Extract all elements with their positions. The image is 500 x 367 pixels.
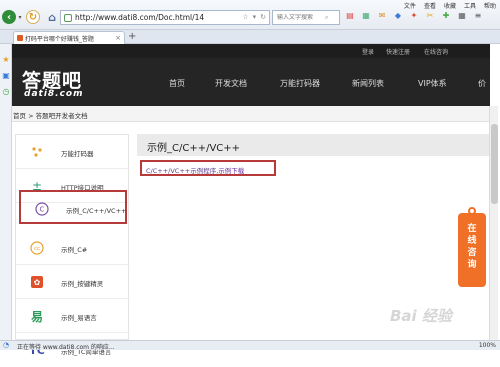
svg-text:✿: ✿ (34, 278, 41, 287)
game-icon[interactable]: ✦ (409, 11, 419, 21)
consult-char: 询 (467, 260, 477, 270)
svg-text:C: C (40, 206, 45, 214)
menu-favorites[interactable]: 收藏 (444, 1, 456, 10)
search-input[interactable] (277, 14, 325, 21)
site-logo-domain: dati8.com (24, 89, 84, 99)
address-bar[interactable]: http://www.dati8.com/Doc.html/14 ☆ ▾ ↻ (60, 10, 270, 25)
nav-price[interactable]: 价 (478, 78, 486, 89)
refresh-page-icon[interactable]: ↻ (260, 13, 266, 21)
screenshot-icon[interactable]: ✂ (425, 11, 435, 21)
sidebar-item-label: 示例_C# (61, 246, 88, 254)
sidebar-item-yi[interactable]: 易 示例_易语言 (16, 299, 130, 333)
consult-char: 咨 (467, 248, 477, 258)
search-box[interactable]: ⌕ (272, 10, 340, 25)
online-consult-link[interactable]: 在线咨询 (424, 47, 448, 56)
scroll-thumb[interactable] (491, 124, 498, 204)
new-tab-icon[interactable]: + (128, 31, 136, 42)
sidebar-item-label: 示例_易语言 (61, 314, 97, 322)
cc-icon: cc (29, 240, 45, 256)
page-icon (64, 13, 72, 22)
site-header: 答题吧 dati8.com 首页 开发文档 万能打码器 新闻列表 VIP体系 价 (12, 58, 490, 106)
sidebar-item-label: 示例_C/C++/VC++ (66, 207, 127, 215)
consult-char: 线 (467, 236, 477, 246)
back-icon[interactable]: ‹ (2, 10, 16, 24)
back-dropdown-icon[interactable]: ▾ (17, 13, 23, 21)
site-topbar: 登录 快速注册 在线咨询 (12, 44, 490, 58)
tab-bar: 打码平台哪个好赚钱_答题 × + (0, 30, 500, 44)
sidebar-item-label: 万能打码器 (61, 150, 94, 158)
cart-icon[interactable]: ▤ (345, 11, 355, 21)
toolbar-icons: ▤ ▦ ✉ ◆ ✦ ✂ ✚ ▦ ≡ (345, 11, 483, 21)
nav-home[interactable]: 首页 (169, 78, 185, 89)
menu-bar: 文件 查看 收藏 工具 帮助 (404, 1, 496, 10)
grid-icon[interactable]: ▦ (457, 11, 467, 21)
breadcrumb-bar: 首页 > 答题吧开发者文档 (12, 106, 490, 122)
doc-sidebar: 万能打码器 ± HTTP接口说明 C 示例_C/C++/VC++ cc 示例_C… (15, 134, 130, 357)
search-icon[interactable]: ⌕ (325, 14, 328, 22)
sprite-icon: ✿ (29, 274, 45, 290)
nav-news[interactable]: 新闻列表 (352, 78, 384, 89)
sidebar-item-sprite[interactable]: ✿ 示例_按键精灵 (16, 265, 130, 299)
page-title: 示例_C/C++/VC++ (147, 143, 241, 154)
register-link[interactable]: 快速注册 (386, 47, 410, 56)
star-icon[interactable]: ☆ (242, 13, 248, 21)
site-favicon-icon (17, 35, 23, 41)
refresh-icon[interactable]: ↻ (26, 10, 40, 24)
dots-icon (29, 144, 45, 160)
scrollbar[interactable] (489, 106, 498, 340)
browser-side-rail: ★ ▣ ◷ (0, 44, 12, 340)
sidebar-item-csharp[interactable]: cc 示例_C# (16, 231, 130, 265)
menu-view[interactable]: 查看 (424, 1, 436, 10)
close-icon[interactable]: × (115, 34, 121, 42)
menu-icon[interactable]: ≡ (473, 11, 483, 21)
status-bar: ◔ 正在等待 www.dati8.com 的响应... 100% (0, 340, 500, 351)
consult-char: 在 (467, 224, 477, 234)
reading-icon[interactable]: ▣ (2, 72, 10, 80)
nav-captcha-tool[interactable]: 万能打码器 (280, 78, 320, 89)
history-icon[interactable]: ◷ (2, 88, 10, 96)
sidebar-item-label: 示例_按键精灵 (61, 280, 104, 288)
nav-docs[interactable]: 开发文档 (215, 78, 247, 89)
download-link[interactable]: 示例下载 (218, 167, 244, 175)
login-link[interactable]: 登录 (362, 47, 374, 56)
chat-icon[interactable]: ✉ (377, 11, 387, 21)
loading-icon: ◔ (3, 341, 10, 349)
sidebar-item-captcha-tool[interactable]: 万能打码器 (16, 135, 130, 169)
zoom-level[interactable]: 100% (479, 342, 496, 349)
tab-title: 打码平台哪个好赚钱_答题 (24, 35, 94, 43)
content-header: 示例_C/C++/VC++ (137, 134, 489, 156)
browser-toolbar: 文件 查看 收藏 工具 帮助 ‹ ▾ ↻ ⌂ http://www.dati8.… (0, 0, 500, 30)
content-description: C/C++/VC++示例程序, (146, 167, 219, 175)
url-text[interactable]: http://www.dati8.com/Doc.html/14 (75, 13, 235, 22)
breadcrumb[interactable]: 首页 > 答题吧开发者文档 (13, 110, 88, 120)
yi-icon: 易 (30, 309, 43, 324)
watermark: Bai 经验 (390, 307, 452, 325)
menu-tools[interactable]: 工具 (464, 1, 476, 10)
sidebar-item-c-cpp[interactable]: C 示例_C/C++/VC++ (19, 190, 127, 224)
app-icon[interactable]: ◆ (393, 11, 403, 21)
tab-active[interactable]: 打码平台哪个好赚钱_答题 × (13, 31, 125, 44)
dropdown-icon[interactable]: ▾ (253, 13, 257, 21)
bookmark-icon[interactable]: ▦ (361, 11, 371, 21)
home-icon[interactable]: ⌂ (45, 10, 59, 24)
translate-icon[interactable]: ✚ (441, 11, 451, 21)
favorites-star-icon[interactable]: ★ (2, 56, 10, 64)
svg-text:cc: cc (34, 246, 40, 252)
content-text: C/C++/VC++示例程序,示例下载 (146, 165, 244, 175)
online-consult-button[interactable]: 在 线 咨 询 (458, 207, 486, 287)
nav-vip[interactable]: VIP体系 (418, 78, 447, 89)
content-highlight: C/C++/VC++示例程序,示例下载 (140, 160, 276, 176)
c-circle-icon: C (34, 201, 50, 217)
chat-bubble-icon (468, 207, 476, 215)
menu-file[interactable]: 文件 (404, 1, 416, 10)
menu-help[interactable]: 帮助 (484, 1, 496, 10)
